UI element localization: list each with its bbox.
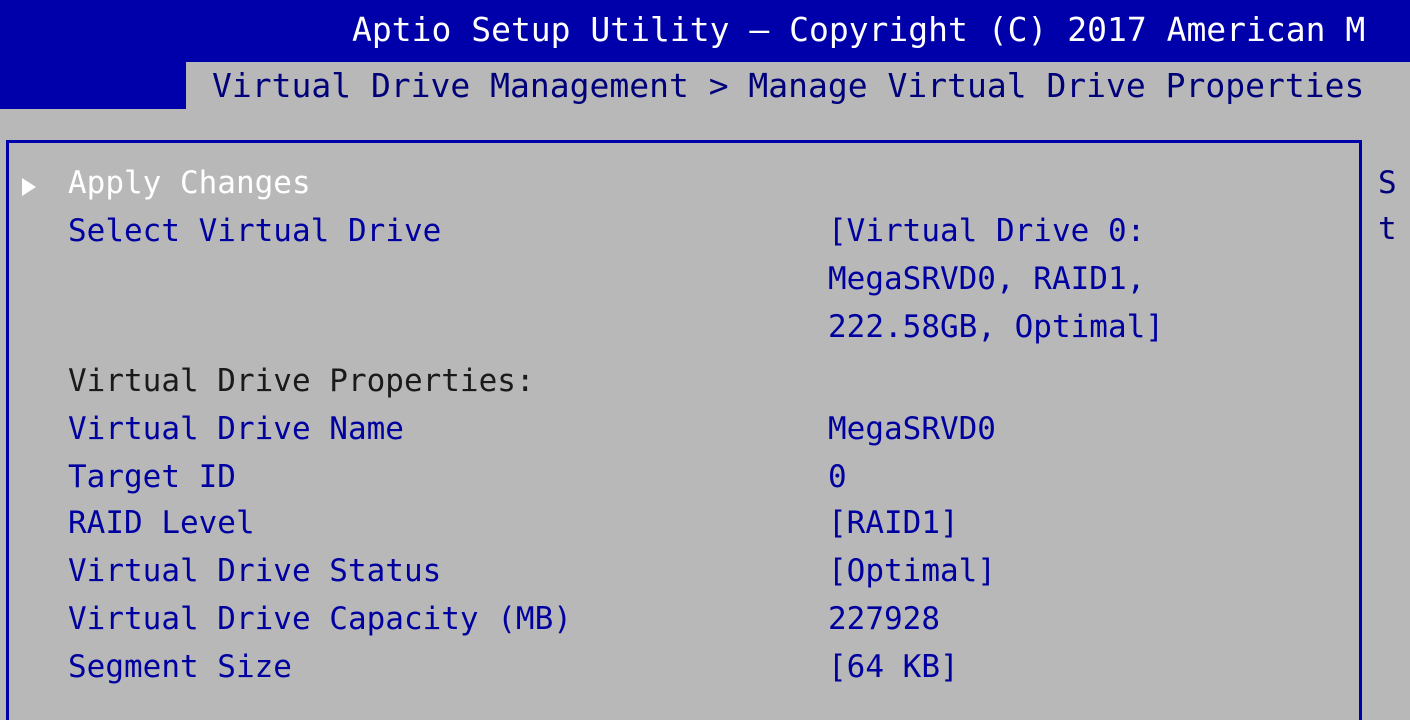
raid-level-value: [RAID1]: [828, 505, 959, 541]
raid-level-label: RAID Level: [68, 505, 255, 541]
properties-heading: Virtual Drive Properties:: [68, 363, 535, 399]
segment-size-value: [64 KB]: [828, 649, 959, 685]
select-virtual-drive-label[interactable]: Select Virtual Drive: [68, 208, 441, 254]
select-virtual-drive-value-line2[interactable]: MegaSRVD0, RAID1,: [828, 256, 1145, 302]
virtual-drive-capacity-value: 227928: [828, 601, 940, 637]
virtual-drive-status-label: Virtual Drive Status: [68, 553, 442, 589]
apply-changes-item[interactable]: Apply Changes: [68, 160, 311, 206]
segment-size-label: Segment Size: [68, 649, 292, 685]
select-virtual-drive-value[interactable]: [Virtual Drive 0:: [828, 208, 1145, 254]
selection-arrow-icon: [22, 178, 36, 196]
virtual-drive-name-label: Virtual Drive Name: [68, 411, 404, 447]
help-text-line-1: S: [1378, 165, 1397, 201]
target-id-label: Target ID: [68, 459, 236, 495]
target-id-value: 0: [828, 459, 847, 495]
app-title: Aptio Setup Utility – Copyright (C) 2017…: [352, 10, 1366, 49]
breadcrumb: Virtual Drive Management > Manage Virtua…: [212, 66, 1365, 105]
virtual-drive-name-value: MegaSRVD0: [828, 411, 996, 447]
help-text-line-2: t: [1378, 211, 1397, 247]
virtual-drive-capacity-label: Virtual Drive Capacity (MB): [68, 601, 572, 637]
virtual-drive-status-value: [Optimal]: [828, 553, 996, 589]
select-virtual-drive-value-line3[interactable]: 222.58GB, Optimal]: [828, 304, 1164, 350]
